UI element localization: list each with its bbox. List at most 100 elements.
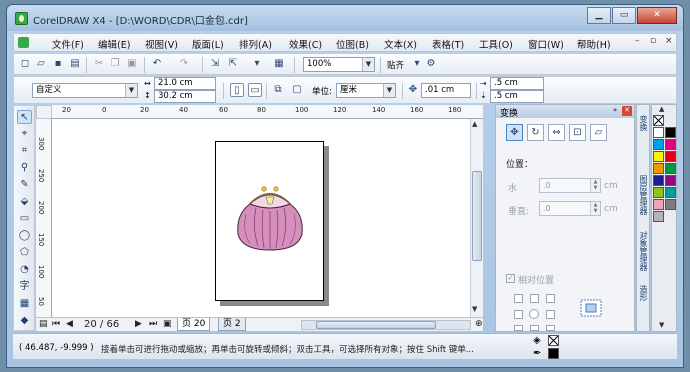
document-page[interactable] bbox=[215, 141, 324, 301]
anchor-top-right[interactable] bbox=[546, 294, 555, 303]
doc-minimize-icon[interactable]: – bbox=[635, 36, 640, 46]
menu-file[interactable]: 文件(F) bbox=[52, 37, 84, 51]
redo-icon[interactable]: ↷ bbox=[177, 57, 191, 71]
palette-swatch[interactable] bbox=[653, 139, 664, 150]
anchor-bottom-left[interactable] bbox=[514, 325, 523, 331]
landscape-icon[interactable]: ▭ bbox=[248, 83, 262, 97]
cut-icon[interactable]: ✂ bbox=[92, 57, 106, 71]
smart-fill-tool-icon[interactable]: ⬙ bbox=[17, 195, 32, 209]
shape-tool-icon[interactable]: ⌖ bbox=[17, 127, 32, 141]
vertical-position-field[interactable]: .0 ▲ ▼ bbox=[539, 201, 601, 216]
paper-width-field[interactable]: 21.0 cm bbox=[154, 77, 216, 90]
pick-tool-icon[interactable]: ↖ bbox=[17, 110, 32, 124]
palette-swatch[interactable] bbox=[653, 187, 664, 198]
crop-tool-icon[interactable]: ⌗ bbox=[17, 144, 32, 158]
vertical-scrollbar[interactable]: ▲ ▼ bbox=[470, 119, 483, 317]
snap-to-label[interactable]: 贴齐 bbox=[387, 59, 404, 71]
navigator-icon[interactable]: ⊕ bbox=[475, 319, 483, 329]
paste-icon[interactable]: ▣ bbox=[125, 57, 139, 71]
menu-table[interactable]: 表格(T) bbox=[432, 37, 464, 51]
palette-swatch[interactable] bbox=[653, 175, 664, 186]
menu-arrange[interactable]: 排列(A) bbox=[239, 37, 272, 51]
relative-position-checkbox[interactable]: ✓ bbox=[506, 274, 515, 283]
basic-shapes-tool-icon[interactable]: ◔ bbox=[17, 263, 32, 277]
copy-icon[interactable]: ❐ bbox=[108, 57, 122, 71]
anchor-middle-left[interactable] bbox=[514, 310, 523, 319]
page-options-icon[interactable]: ▤ bbox=[39, 319, 48, 329]
close-button[interactable]: ✕ bbox=[637, 7, 677, 24]
rotate-tab-icon[interactable]: ↻ bbox=[527, 124, 544, 141]
palette-swatch[interactable] bbox=[665, 151, 676, 162]
anchor-bottom-center[interactable] bbox=[530, 325, 539, 331]
ruler-origin[interactable] bbox=[36, 105, 52, 119]
skew-tab-icon[interactable]: ▱ bbox=[590, 124, 607, 141]
first-page-icon[interactable]: ⏮ bbox=[52, 319, 60, 329]
doc-restore-icon[interactable]: ▫ bbox=[650, 36, 656, 46]
snap-dropdown-icon[interactable]: ▾ bbox=[410, 57, 424, 71]
vertical-scroll-thumb[interactable] bbox=[472, 171, 482, 261]
coin-purse-illustration[interactable] bbox=[216, 142, 325, 302]
menu-text[interactable]: 文本(X) bbox=[384, 37, 417, 51]
units-select[interactable]: 厘米 ▼ bbox=[336, 83, 396, 98]
anchor-middle-right[interactable] bbox=[546, 310, 555, 319]
palette-swatch[interactable] bbox=[665, 187, 676, 198]
horizontal-ruler[interactable]: 20 0 20 40 60 80 100 120 140 160 180 bbox=[52, 105, 483, 119]
palette-swatch[interactable] bbox=[653, 211, 664, 222]
horizontal-position-field[interactable]: .0 ▲ ▼ bbox=[539, 178, 601, 193]
fill-tool-icon[interactable]: ◆ bbox=[17, 314, 32, 328]
last-page-icon[interactable]: ⏭ bbox=[149, 319, 157, 329]
minimize-button[interactable]: ▁ bbox=[587, 7, 611, 24]
palette-swatch[interactable] bbox=[653, 127, 664, 138]
zoom-tool-icon[interactable]: ⚲ bbox=[17, 161, 32, 175]
anchor-center[interactable] bbox=[529, 309, 539, 319]
menu-help[interactable]: 帮助(H) bbox=[577, 37, 611, 51]
palette-swatch[interactable] bbox=[665, 163, 676, 174]
anchor-top-center[interactable] bbox=[530, 294, 539, 303]
anchor-bottom-right[interactable] bbox=[546, 325, 555, 331]
fill-bucket-icon[interactable]: ◈ bbox=[533, 335, 544, 346]
docker-close-icon[interactable]: ✕ bbox=[622, 106, 632, 116]
scale-tab-icon[interactable]: ⇔ bbox=[548, 124, 565, 141]
docker-collapse-icon[interactable]: » bbox=[610, 106, 620, 116]
menu-view[interactable]: 视图(V) bbox=[145, 37, 178, 51]
no-color-swatch[interactable] bbox=[653, 115, 664, 126]
scroll-down-icon[interactable]: ▼ bbox=[472, 305, 477, 313]
outline-pen-icon[interactable]: ✒ bbox=[533, 348, 544, 359]
palette-swatch[interactable] bbox=[653, 151, 664, 162]
previous-page-icon[interactable]: ◀ bbox=[66, 319, 73, 329]
position-tab-icon[interactable]: ✥ bbox=[506, 124, 523, 141]
new-document-icon[interactable]: ◻ bbox=[18, 57, 32, 71]
print-icon[interactable]: ▤ bbox=[68, 57, 82, 71]
add-page-icon[interactable]: ▣ bbox=[163, 319, 172, 329]
zoom-level-select[interactable]: 100% ▼ bbox=[303, 57, 375, 72]
outline-color-swatch[interactable] bbox=[548, 348, 559, 359]
table-tool-icon[interactable]: ▦ bbox=[17, 297, 32, 311]
drawing-canvas[interactable] bbox=[52, 119, 470, 317]
palette-swatch[interactable] bbox=[653, 163, 664, 174]
palette-swatch[interactable] bbox=[665, 199, 676, 210]
rectangle-tool-icon[interactable]: ▭ bbox=[17, 212, 32, 226]
palette-scroll-down-icon[interactable]: ▼ bbox=[659, 321, 664, 329]
anchor-top-left[interactable] bbox=[514, 294, 523, 303]
current-page-icon[interactable]: ▢ bbox=[290, 83, 304, 97]
fill-none-swatch[interactable] bbox=[548, 335, 559, 346]
text-tool-icon[interactable]: 字 bbox=[17, 280, 32, 294]
palette-swatch[interactable] bbox=[653, 199, 664, 210]
portrait-icon[interactable]: ▯ bbox=[230, 83, 244, 97]
docker-tab-shaping[interactable]: 造形 bbox=[638, 285, 649, 301]
menu-window[interactable]: 窗口(W) bbox=[528, 37, 564, 51]
welcome-screen-icon[interactable]: ▦ bbox=[272, 57, 286, 71]
options-icon[interactable]: ⚙ bbox=[424, 57, 438, 71]
maximize-button[interactable]: ▭ bbox=[612, 7, 636, 24]
paper-height-field[interactable]: 30.2 cm bbox=[154, 90, 216, 103]
menu-layout[interactable]: 版面(L) bbox=[192, 37, 224, 51]
menu-effects[interactable]: 效果(C) bbox=[289, 37, 322, 51]
ellipse-tool-icon[interactable]: ◯ bbox=[17, 229, 32, 243]
undo-icon[interactable]: ↶ bbox=[150, 57, 164, 71]
docker-tab-transform[interactable]: 变换 bbox=[638, 115, 649, 131]
next-page-icon[interactable]: ▶ bbox=[135, 319, 142, 329]
palette-scroll-up-icon[interactable]: ▲ bbox=[659, 105, 664, 113]
duplicate-distance-y-field[interactable]: .5 cm bbox=[490, 90, 544, 103]
document-icon[interactable] bbox=[18, 37, 29, 48]
horizontal-scrollbar[interactable] bbox=[301, 320, 471, 330]
